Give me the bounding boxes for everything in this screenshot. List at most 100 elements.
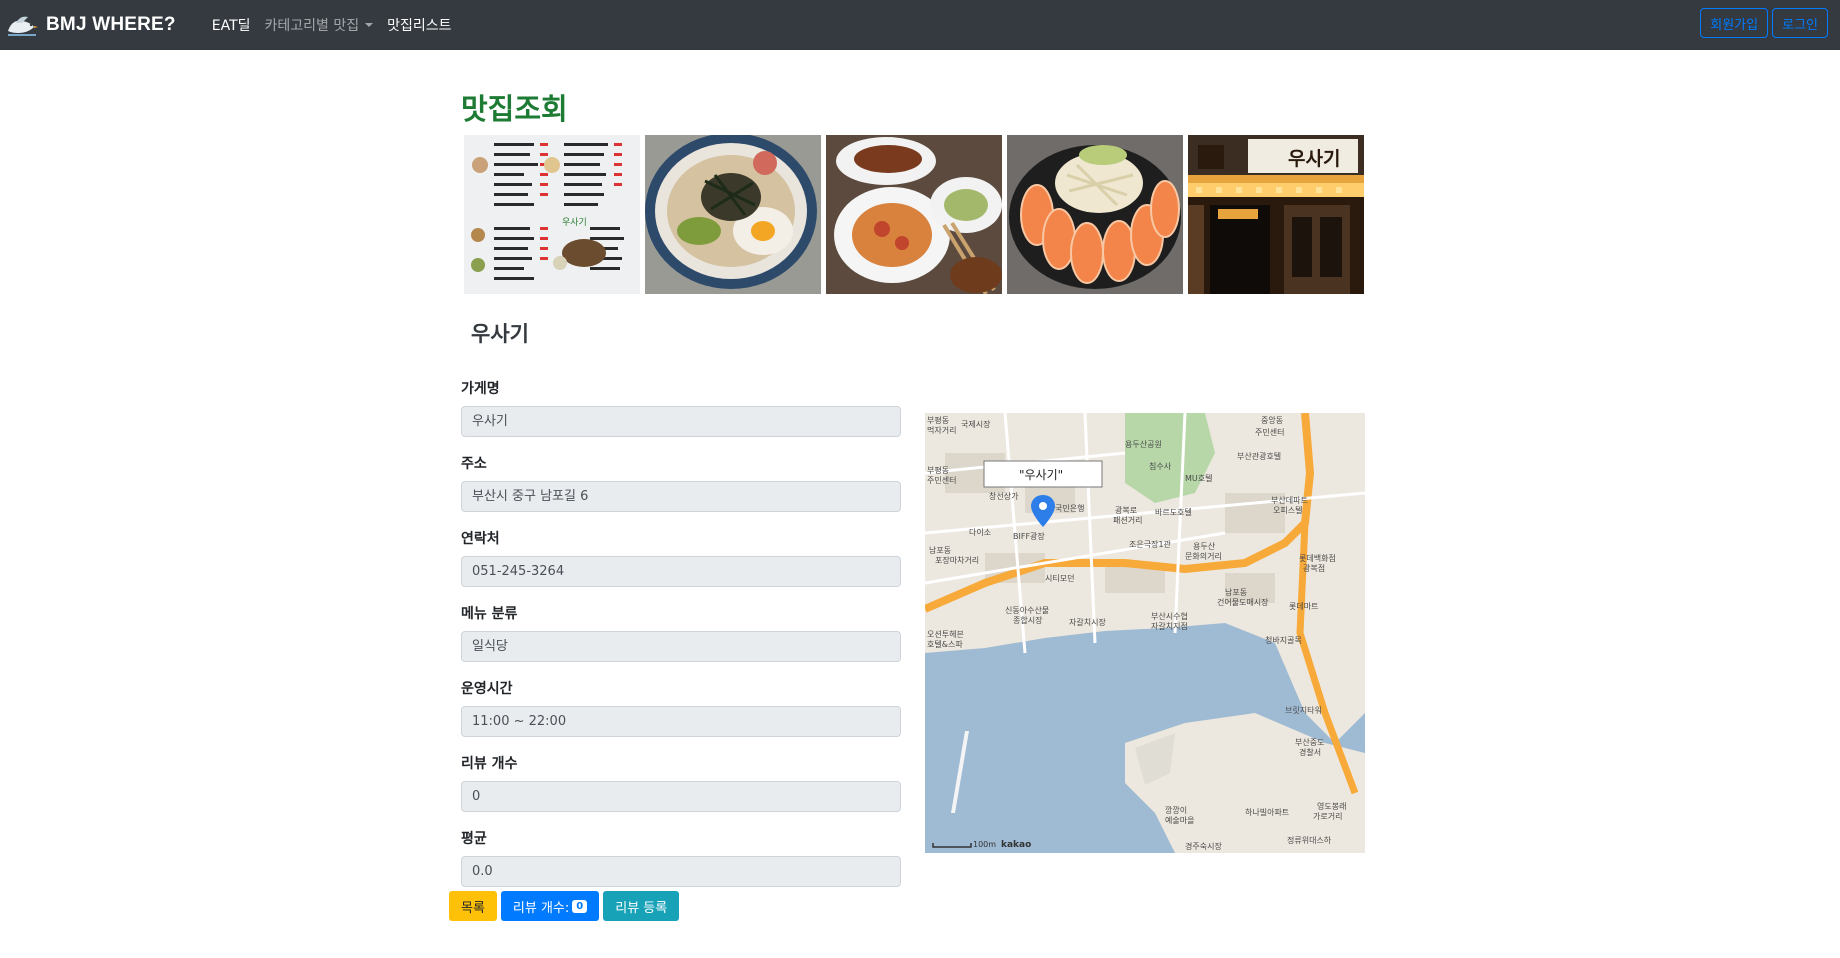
svg-text:용두산: 용두산 xyxy=(1193,541,1216,551)
fried-chicken-plate-photo[interactable] xyxy=(826,135,1002,294)
svg-text:남포동: 남포동 xyxy=(1225,588,1247,597)
page-title: 맛집조회 xyxy=(461,92,568,126)
photo-gallery: 우사기 우사기 xyxy=(464,135,1364,294)
storefront-photo[interactable]: 우사기 xyxy=(1188,135,1364,294)
svg-text:경주숙시장: 경주숙시장 xyxy=(1185,841,1222,851)
svg-text:자갈치시장: 자갈치시장 xyxy=(1069,617,1106,627)
address-input: 부산시 중구 남포길 6 xyxy=(461,481,901,512)
svg-text:국민은행: 국민은행 xyxy=(1055,503,1084,513)
map-provider-logo: kakao xyxy=(1001,840,1031,850)
map-marker-label: "우사기" xyxy=(1019,468,1063,482)
review-count-badge: 0 xyxy=(572,899,588,913)
svg-text:남포동: 남포동 xyxy=(929,546,951,555)
average-rating-input: 0.0 xyxy=(461,856,901,887)
svg-text:국제시장: 국제시장 xyxy=(961,419,991,429)
svg-text:예술마을: 예술마을 xyxy=(1165,815,1194,825)
svg-text:바르도호텔: 바르도호텔 xyxy=(1155,507,1192,517)
svg-text:자갈치지점: 자갈치지점 xyxy=(1151,621,1188,631)
svg-text:브릿지타워: 브릿지타워 xyxy=(1285,705,1322,715)
review-count-label: 리뷰 개수: xyxy=(512,900,570,916)
field-average: 평균 0.0 xyxy=(461,828,902,887)
svg-text:포장마차거리: 포장마차거리 xyxy=(935,555,979,565)
svg-text:문화의거리: 문화의거리 xyxy=(1185,551,1222,561)
svg-text:패션거리: 패션거리 xyxy=(1113,515,1142,525)
svg-text:정류위대스하: 정류위대스하 xyxy=(1287,835,1332,845)
brand-name: BMJ WHERE? xyxy=(46,14,176,35)
login-button[interactable]: 로그인 xyxy=(1772,8,1828,38)
phone-input: 051-245-3264 xyxy=(461,556,901,587)
svg-text:오피스텔: 오피스텔 xyxy=(1273,506,1302,515)
seagull-logo-icon xyxy=(8,16,38,36)
svg-text:침수사: 침수사 xyxy=(1149,462,1172,471)
svg-text:용두산공원: 용두산공원 xyxy=(1125,439,1162,449)
top-navbar: BMJ WHERE? EAT딜 카테고리별 맛집 맛집리스트 회원가입 로그인 xyxy=(0,0,1840,50)
field-menu-category: 메뉴 분류 일식당 xyxy=(461,603,902,662)
svg-text:우사기: 우사기 xyxy=(1288,148,1340,170)
svg-text:경찰서: 경찰서 xyxy=(1299,747,1321,757)
field-label: 가게명 xyxy=(461,381,500,397)
field-review-count: 리뷰 개수 0 xyxy=(461,753,902,812)
svg-text:깡깡이: 깡깡이 xyxy=(1165,805,1187,815)
svg-text:롯데백화점: 롯데백화점 xyxy=(1299,553,1336,563)
svg-text:영도봉래: 영도봉래 xyxy=(1317,801,1346,811)
list-button[interactable]: 목록 xyxy=(449,891,497,921)
review-count-input: 0 xyxy=(461,781,901,812)
svg-text:BIFF광장: BIFF광장 xyxy=(1013,531,1045,541)
auth-buttons: 회원가입 로그인 xyxy=(1700,8,1828,38)
map-scale: 100m xyxy=(973,840,996,849)
store-name-heading: 우사기 xyxy=(471,322,529,346)
svg-text:청바지골목: 청바지골목 xyxy=(1265,635,1302,645)
svg-text:건어물도매시장: 건어물도매시장 xyxy=(1217,597,1269,607)
svg-text:하나빌아파트: 하나빌아파트 xyxy=(1245,807,1289,817)
store-name-input: 우사기 xyxy=(461,406,901,437)
hours-input: 11:00 ~ 22:00 xyxy=(461,706,901,737)
caret-down-icon xyxy=(365,23,374,27)
field-label: 평균 xyxy=(461,831,487,847)
signup-button[interactable]: 회원가입 xyxy=(1700,8,1769,38)
svg-text:부산데파트: 부산데파트 xyxy=(1271,495,1308,505)
field-label: 운영시간 xyxy=(461,681,513,697)
field-label: 연락처 xyxy=(461,531,500,547)
main-nav: EAT딜 카테고리별 맛집 맛집리스트 xyxy=(212,15,466,35)
field-label: 주소 xyxy=(461,456,487,472)
nav-category-label: 카테고리별 맛집 xyxy=(264,18,360,34)
svg-text:롯데마트: 롯데마트 xyxy=(1289,602,1318,611)
svg-text:시티모던: 시티모던 xyxy=(1045,573,1074,583)
nav-restaurant-list[interactable]: 맛집리스트 xyxy=(387,15,451,35)
svg-text:오션투헤븐: 오션투헤븐 xyxy=(927,629,964,639)
field-phone: 연락처 051-245-3264 xyxy=(461,528,902,587)
svg-text:광복로: 광복로 xyxy=(1115,505,1137,515)
svg-text:부산중도: 부산중도 xyxy=(1295,737,1324,747)
field-label: 메뉴 분류 xyxy=(461,606,518,622)
svg-text:종합시장: 종합시장 xyxy=(1013,615,1043,625)
salmon-sashimi-photo[interactable] xyxy=(1007,135,1183,294)
review-register-button[interactable]: 리뷰 등록 xyxy=(603,891,680,921)
svg-text:호텔&스파: 호텔&스파 xyxy=(927,640,963,649)
svg-text:MU호텔: MU호텔 xyxy=(1185,474,1212,483)
svg-text:주민센터: 주민센터 xyxy=(927,475,956,485)
svg-text:주민센터: 주민센터 xyxy=(1255,427,1284,437)
svg-text:부산시수협: 부산시수협 xyxy=(1151,611,1188,621)
svg-text:광복점: 광복점 xyxy=(1303,563,1325,573)
review-count-button[interactable]: 리뷰 개수: 0 xyxy=(500,891,600,921)
svg-text:부평동: 부평동 xyxy=(927,465,949,475)
field-hours: 운영시간 11:00 ~ 22:00 xyxy=(461,678,902,737)
field-store-name: 가게명 우사기 xyxy=(461,378,902,437)
nav-eat-deal[interactable]: EAT딜 xyxy=(212,15,251,35)
brand[interactable]: BMJ WHERE? xyxy=(6,0,176,50)
action-buttons: 목록 리뷰 개수: 0 리뷰 등록 xyxy=(449,891,680,921)
svg-text:신동아수산물: 신동아수산물 xyxy=(1005,605,1049,615)
svg-text:가로거리: 가로거리 xyxy=(1313,812,1342,821)
rice-bowl-photo[interactable] xyxy=(645,135,821,294)
menu-board-photo[interactable]: 우사기 xyxy=(464,135,640,294)
svg-text:부평동: 부평동 xyxy=(927,415,949,425)
field-address: 주소 부산시 중구 남포길 6 xyxy=(461,453,902,512)
store-info-form: 가게명 우사기 주소 부산시 중구 남포길 6 연락처 051-245-3264… xyxy=(461,378,902,903)
nav-category-dropdown[interactable]: 카테고리별 맛집 xyxy=(265,15,374,35)
svg-text:우사기: 우사기 xyxy=(562,217,587,228)
location-map[interactable]: 부평동 먹자거리 국제시장 부평동 주민센터 중앙동 주민센터 부산관광호텔 용두산공… xyxy=(925,413,1365,853)
svg-text:먹자거리: 먹자거리 xyxy=(927,425,956,435)
field-label: 리뷰 개수 xyxy=(461,756,518,772)
menu-category-input: 일식당 xyxy=(461,631,901,662)
svg-text:창선상가: 창선상가 xyxy=(989,491,1019,501)
